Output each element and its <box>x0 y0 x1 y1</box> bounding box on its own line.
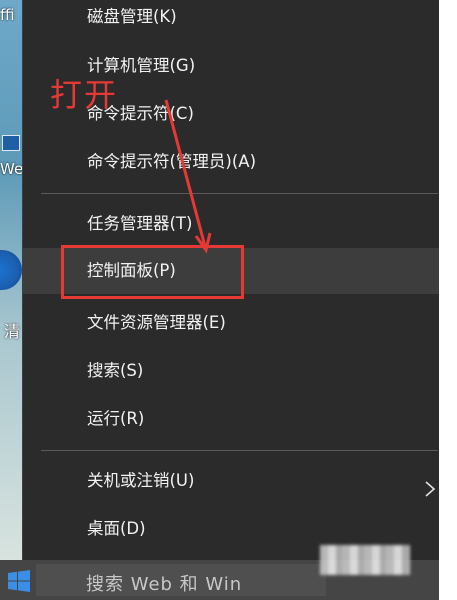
desktop-icon-label: We <box>0 160 22 178</box>
desktop-app-icon[interactable] <box>0 250 22 290</box>
menu-item-label: 桌面(D) <box>87 519 146 538</box>
menu-item-label: 运行(R) <box>87 409 145 428</box>
menu-item-label: 命令提示符(C) <box>87 104 194 123</box>
menu-item-computer-management[interactable]: 计算机管理(G) <box>23 43 457 89</box>
menu-item-shutdown-signout[interactable]: 关机或注销(U) <box>23 458 457 504</box>
menu-item-run[interactable]: 运行(R) <box>23 396 457 442</box>
watermark-blur <box>320 545 410 575</box>
menu-item-label: 命令提示符(管理员)(A) <box>87 152 257 171</box>
desktop-icon-label: ffi <box>0 6 15 24</box>
menu-item-task-manager[interactable]: 任务管理器(T) <box>23 201 457 247</box>
menu-item-control-panel[interactable]: 控制面板(P) <box>23 248 457 294</box>
menu-item-label: 计算机管理(G) <box>87 56 196 75</box>
menu-item-label: 控制面板(P) <box>87 261 176 280</box>
menu-item-label: 关机或注销(U) <box>87 471 195 490</box>
menu-separator <box>41 450 438 451</box>
desktop-shortcut-icon[interactable] <box>2 135 20 151</box>
menu-item-disk-management[interactable]: 磁盘管理(K) <box>23 0 457 40</box>
menu-item-command-prompt-admin[interactable]: 命令提示符(管理员)(A) <box>23 139 457 185</box>
desktop-icon-label: 清 <box>4 322 21 341</box>
menu-item-label: 任务管理器(T) <box>87 214 193 233</box>
desktop-background: ffi We 清 <box>0 0 22 560</box>
menu-item-file-explorer[interactable]: 文件资源管理器(E) <box>23 300 457 346</box>
menu-item-label: 搜索(S) <box>87 361 144 380</box>
search-placeholder: 搜索 Web 和 Win <box>86 574 243 595</box>
taskbar-search-box[interactable]: 搜索 Web 和 Win <box>36 564 326 596</box>
winx-context-menu: 磁盘管理(K) 计算机管理(G) 命令提示符(C) 命令提示符(管理员)(A) … <box>22 0 457 560</box>
screen-edge <box>439 0 457 600</box>
menu-item-label: 文件资源管理器(E) <box>87 313 226 332</box>
menu-item-search[interactable]: 搜索(S) <box>23 348 457 394</box>
windows-logo-icon[interactable] <box>8 570 30 592</box>
menu-separator <box>41 193 438 194</box>
chevron-right-icon <box>420 471 440 497</box>
menu-item-command-prompt[interactable]: 命令提示符(C) <box>23 91 457 137</box>
menu-item-label: 磁盘管理(K) <box>87 7 177 26</box>
